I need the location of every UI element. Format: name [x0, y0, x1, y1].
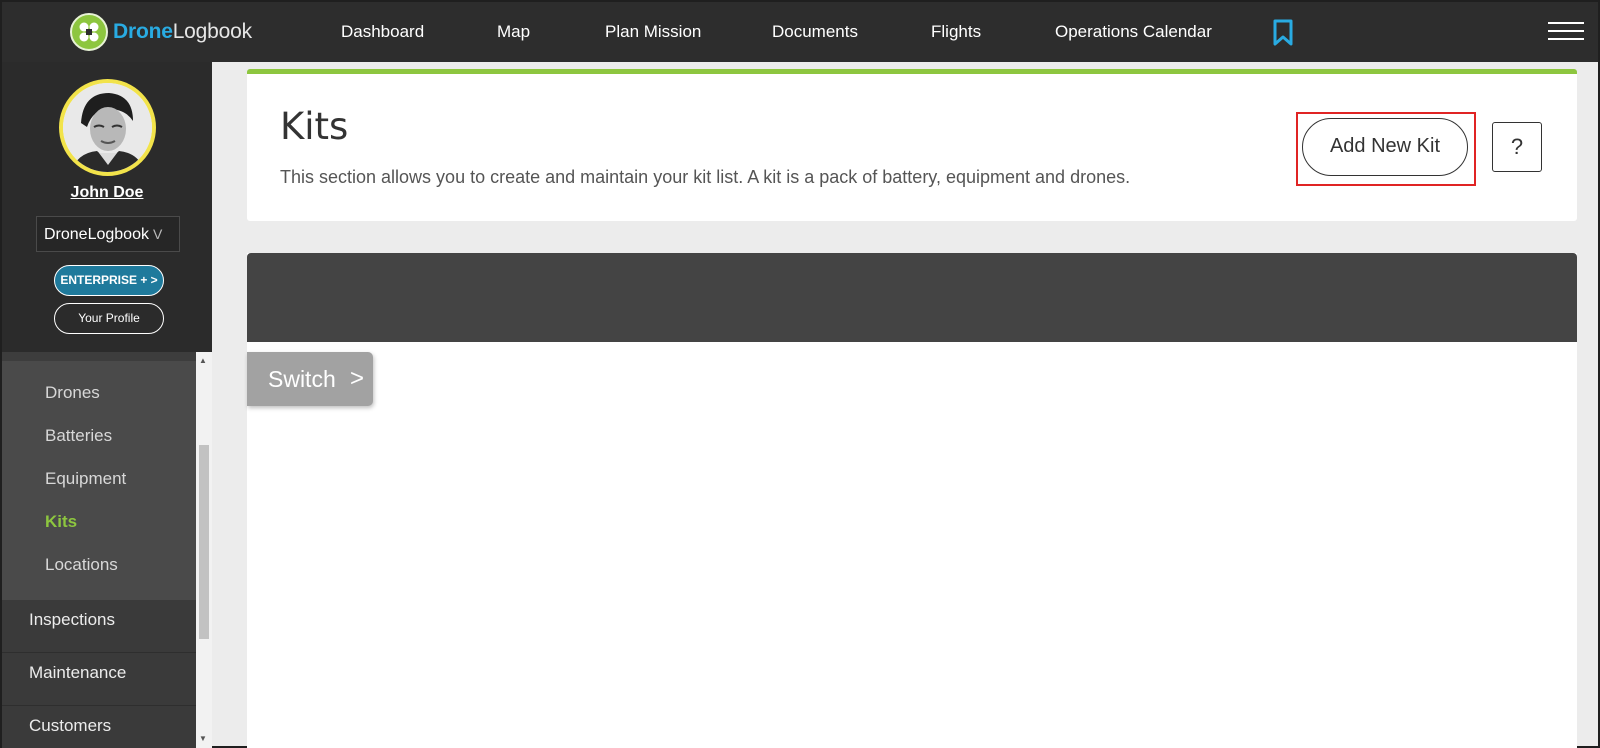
hamburger-line: [1548, 22, 1584, 24]
brand-name-part1: Drone: [113, 20, 173, 43]
scrollbar-thumb[interactable]: [199, 445, 209, 639]
bookmark-icon[interactable]: [1272, 19, 1294, 52]
avatar[interactable]: [59, 79, 156, 176]
nav-documents[interactable]: Documents: [772, 2, 858, 62]
sidebar-item-maintenance[interactable]: Maintenance: [2, 653, 196, 706]
sidebar-item-batteries[interactable]: Batteries: [2, 418, 196, 461]
sidebar-submenu-assets: Drones Batteries Equipment Kits Location…: [2, 361, 196, 600]
sidebar-item-inspections[interactable]: Inspections: [2, 600, 196, 653]
add-new-kit-button[interactable]: Add New Kit: [1302, 118, 1468, 176]
switch-label: Switch: [268, 366, 336, 392]
kits-list-panel: Switch >: [247, 253, 1577, 748]
sidebar-item-drones[interactable]: Drones: [2, 375, 196, 418]
sidebar-scrollbar[interactable]: ▲ ▼: [196, 352, 212, 748]
chevron-right-icon: >: [349, 365, 364, 392]
page-header-card: Kits This section allows you to create a…: [247, 69, 1577, 221]
sidebar-menu: Drones Batteries Equipment Kits Location…: [2, 352, 196, 748]
panel-header-bar: [247, 253, 1577, 342]
sidebar-item-kits[interactable]: Kits: [2, 504, 196, 547]
nav-plan-mission[interactable]: Plan Mission: [605, 2, 701, 62]
hamburger-line: [1548, 38, 1584, 40]
brand-logo[interactable]: DroneLogbook: [70, 11, 252, 53]
organization-select[interactable]: DroneLogbook V: [36, 216, 180, 252]
organization-select-value: DroneLogbook: [44, 226, 149, 243]
nav-dashboard[interactable]: Dashboard: [341, 2, 424, 62]
brand-name: DroneLogbook: [113, 20, 252, 44]
hamburger-menu-icon[interactable]: [1548, 22, 1584, 42]
page-title: Kits: [280, 105, 349, 148]
sidebar-item-customers[interactable]: Customers: [2, 706, 196, 748]
nav-map[interactable]: Map: [497, 2, 530, 62]
brand-name-part2: Logbook: [172, 20, 252, 43]
nav-flights[interactable]: Flights: [931, 2, 981, 62]
switch-view-button[interactable]: Switch >: [247, 352, 373, 406]
menu-divider: [2, 352, 196, 361]
sidebar-profile-panel: John Doe DroneLogbook V ENTERPRISE + > Yo…: [2, 62, 212, 352]
chevron-down-icon: V: [152, 226, 163, 242]
hamburger-line: [1548, 30, 1584, 32]
page-description: This section allows you to create and ma…: [280, 167, 1131, 187]
nav-operations-calendar[interactable]: Operations Calendar: [1055, 2, 1212, 62]
sidebar-item-equipment[interactable]: Equipment: [2, 461, 196, 504]
sidebar-item-locations[interactable]: Locations: [2, 547, 196, 590]
scroll-up-arrow-icon[interactable]: ▲: [199, 356, 207, 365]
enterprise-plan-button[interactable]: ENTERPRISE + >: [54, 265, 164, 296]
user-name-link[interactable]: John Doe: [2, 184, 212, 202]
help-button[interactable]: ?: [1492, 122, 1542, 172]
your-profile-button[interactable]: Your Profile: [54, 303, 164, 334]
scroll-down-arrow-icon[interactable]: ▼: [199, 734, 207, 743]
drone-logo-icon: [70, 13, 108, 51]
top-navigation-bar: DroneLogbook Dashboard Map Plan Mission …: [2, 2, 1598, 62]
